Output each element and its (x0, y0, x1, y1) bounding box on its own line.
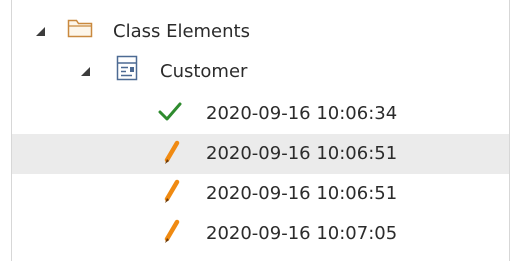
version-timestamp: 2020-09-16 10:07:05 (206, 223, 398, 244)
expand-collapse-arrow[interactable] (36, 27, 45, 36)
version-timestamp: 2020-09-16 10:06:51 (206, 143, 398, 164)
pencil-icon (164, 179, 180, 203)
pencil-icon (164, 140, 180, 164)
version-tree: Class Elements Customer 2020-09-16 10:06… (0, 0, 521, 261)
tree-node-label: Customer (160, 61, 248, 82)
tree-border-right (509, 0, 510, 261)
version-timestamp: 2020-09-16 10:06:34 (206, 103, 398, 124)
folder-icon (67, 19, 93, 38)
version-timestamp: 2020-09-16 10:06:51 (206, 183, 398, 204)
expand-collapse-arrow[interactable] (81, 67, 90, 76)
version-row[interactable]: 2020-09-16 10:07:05 (12, 214, 509, 254)
version-row-selected[interactable]: 2020-09-16 10:06:51 (12, 134, 509, 174)
version-row[interactable]: 2020-09-16 10:06:34 (12, 94, 509, 134)
pencil-icon (164, 219, 180, 243)
version-row[interactable]: 2020-09-16 10:06:51 (12, 174, 509, 214)
tree-node-label: Class Elements (113, 21, 250, 42)
tree-node-class-elements[interactable]: Class Elements (12, 12, 509, 52)
checkmark-icon (158, 102, 182, 121)
tree-node-customer[interactable]: Customer (12, 52, 509, 92)
class-element-icon (116, 55, 138, 81)
